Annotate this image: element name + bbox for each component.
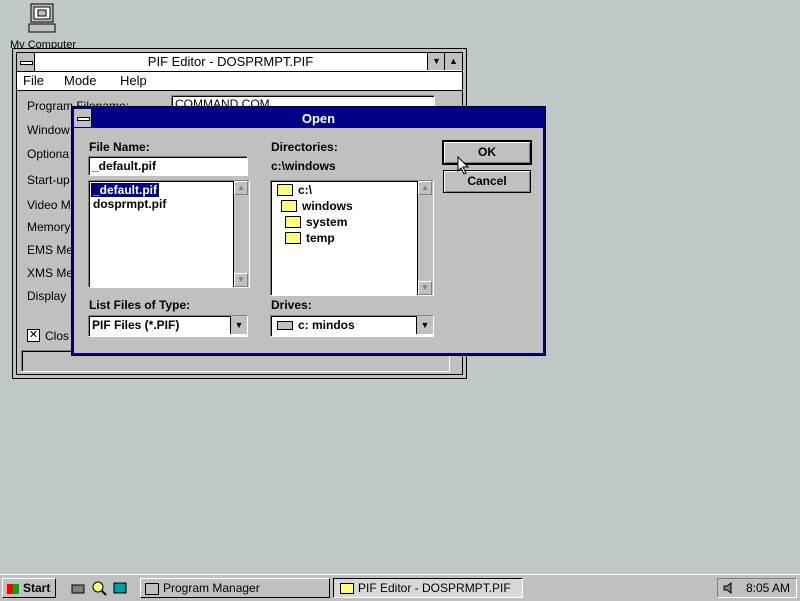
dir-item-system[interactable]: system (283, 215, 349, 229)
file-item-dosprmpt[interactable]: dosprmpt.pif (91, 197, 168, 211)
menu-file[interactable]: File (23, 73, 44, 88)
maximize-button[interactable]: ▲ (444, 53, 462, 70)
open-dialog-titlebar[interactable]: Open (74, 109, 543, 128)
dir-item-temp[interactable]: temp (283, 231, 337, 245)
window-title-label: Window (27, 123, 70, 137)
quicklaunch-icon-3[interactable] (112, 580, 128, 596)
scroll-down-arrow-icon[interactable]: ▼ (418, 281, 432, 295)
volume-icon[interactable] (722, 581, 736, 595)
minimize-button[interactable]: ▼ (427, 53, 445, 70)
system-tray: 8:05 AM (717, 578, 797, 598)
pif-titlebar[interactable]: PIF Editor - DOSPRMPT.PIF ▼ ▲ (17, 53, 462, 72)
dialog-system-menu-icon[interactable] (74, 109, 92, 127)
video-memory-label: Video M (27, 198, 71, 212)
list-type-value: PIF Files (*.PIF) (92, 318, 180, 332)
task-pif-editor[interactable]: PIF Editor - DOSPRMPT.PIF (333, 578, 523, 598)
quicklaunch-icon-2[interactable] (91, 580, 107, 596)
start-button[interactable]: Start (2, 578, 56, 598)
menu-mode[interactable]: Mode (64, 73, 97, 88)
ems-memory-label: EMS Me (27, 243, 74, 257)
folder-icon (285, 231, 301, 244)
windows-logo-icon (7, 583, 19, 594)
dropdown-arrow-icon[interactable]: ▼ (416, 316, 433, 334)
xms-memory-label: XMS Me (27, 266, 74, 280)
close-on-exit-checkbox[interactable]: ✕ (27, 329, 40, 342)
quicklaunch-icon-1[interactable] (70, 580, 86, 596)
dir-item-windows[interactable]: windows (279, 199, 355, 213)
drive-icon (277, 321, 293, 331)
optional-params-label: Optiona (27, 147, 70, 161)
drive-value: c: mindos (277, 318, 355, 332)
drives-label: Drives: (271, 298, 312, 312)
display-usage-label: Display (27, 289, 67, 303)
open-folder-icon (281, 199, 297, 212)
system-menu-icon[interactable] (17, 53, 35, 71)
scroll-up-arrow-icon[interactable]: ▲ (418, 181, 432, 195)
current-directory: c:\windows (271, 159, 336, 173)
pif-window-title: PIF Editor - DOSPRMPT.PIF (147, 54, 314, 69)
file-list-scrollbar[interactable]: ▲ ▼ (233, 181, 249, 287)
program-manager-icon (145, 582, 159, 595)
open-dialog: Open File Name: _default.pif _default.pi… (72, 107, 545, 355)
my-computer-desktop-icon[interactable]: My Computer (8, 2, 78, 51)
pif-editor-icon (340, 583, 354, 595)
directories-label: Directories: (271, 140, 338, 154)
taskbar: Start Program Manager PIF Editor - DOSPR… (0, 574, 800, 601)
directory-list-scrollbar[interactable]: ▲ ▼ (417, 181, 433, 295)
pif-menubar: File Mode Help (17, 72, 462, 91)
startup-dir-label: Start-up (27, 173, 70, 187)
list-type-select[interactable]: PIF Files (*.PIF) ▼ (88, 315, 248, 337)
folder-icon (285, 215, 301, 228)
clock[interactable]: 8:05 AM (746, 581, 790, 595)
list-type-label: List Files of Type: (89, 298, 191, 312)
ok-button[interactable]: OK (442, 140, 532, 165)
file-list[interactable]: _default.pif dosprmpt.pif ▲ ▼ (88, 180, 250, 288)
open-folder-icon (277, 183, 293, 196)
memory-label: Memory (27, 220, 71, 234)
file-name-value: _default.pif (92, 159, 157, 173)
task-program-manager[interactable]: Program Manager (140, 578, 330, 598)
computer-icon (28, 3, 56, 33)
file-item-default[interactable]: _default.pif (91, 183, 160, 197)
drives-select[interactable]: c: mindos ▼ (270, 315, 434, 337)
scroll-down-arrow-icon[interactable]: ▼ (234, 273, 248, 287)
file-name-input[interactable]: _default.pif (88, 156, 248, 176)
dropdown-arrow-icon[interactable]: ▼ (230, 316, 247, 334)
dir-item-root[interactable]: c:\ (275, 183, 314, 197)
menu-help[interactable]: Help (120, 73, 147, 88)
scroll-up-arrow-icon[interactable]: ▲ (234, 181, 248, 195)
mouse-pointer-icon (457, 156, 470, 175)
file-name-label: File Name: (89, 140, 150, 154)
open-dialog-title: Open (301, 111, 336, 126)
directory-list[interactable]: c:\ windows system temp ▲ ▼ (270, 180, 434, 296)
close-on-exit-label: Clos (45, 329, 70, 343)
